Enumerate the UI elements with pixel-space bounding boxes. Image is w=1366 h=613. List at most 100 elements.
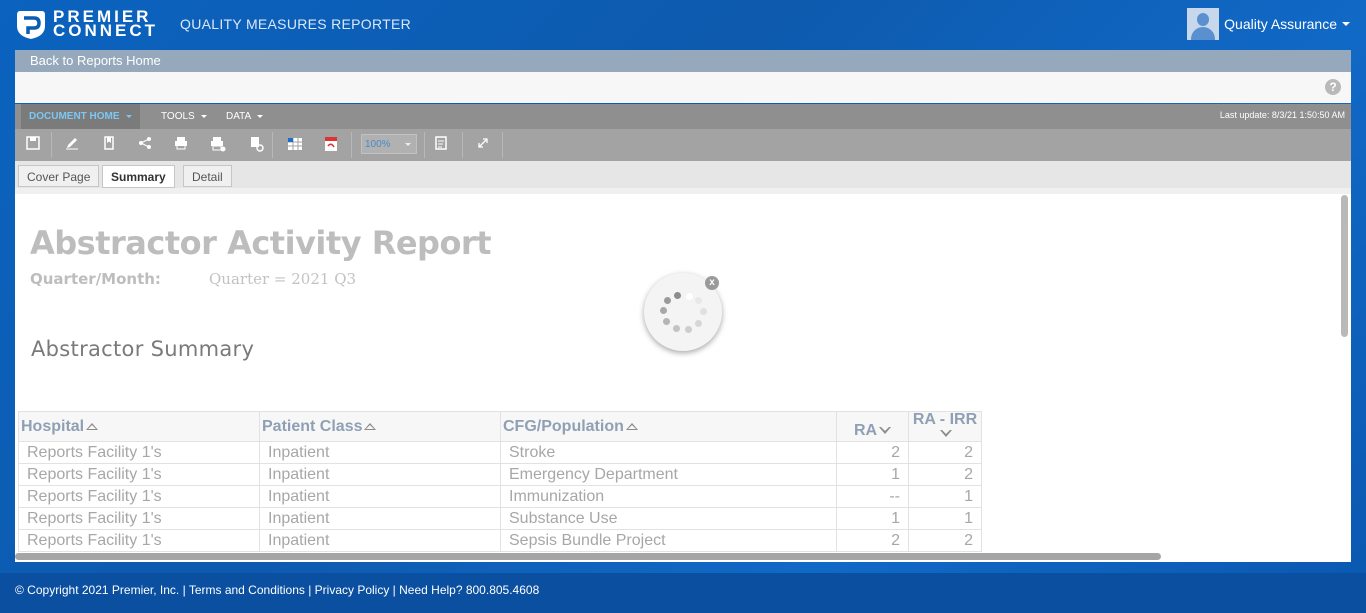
menu-tools[interactable]: TOOLS [153, 104, 215, 129]
table-row: Reports Facility 1's Inpatient Emergency… [18, 463, 982, 486]
cell-ra: 1 [836, 507, 909, 530]
print-setup-icon[interactable] [209, 136, 227, 154]
cell-ra-irr: 2 [908, 441, 982, 464]
cell-patient-class: Inpatient [259, 485, 501, 508]
logo-text: PREMIER CONNECT [53, 8, 159, 40]
back-to-reports-link[interactable]: Back to Reports Home [15, 53, 161, 68]
table-row: Reports Facility 1's Inpatient Immunizat… [18, 485, 982, 508]
tab-detail[interactable]: Detail [183, 165, 232, 187]
zoom-select[interactable]: 100% [361, 134, 417, 154]
column-label: RA [853, 422, 878, 439]
zoom-value: 100% [365, 139, 391, 150]
help-row: ? [15, 72, 1351, 103]
filter-label: Quarter/Month: [30, 270, 161, 288]
column-label: RA - IRR [912, 410, 978, 428]
sort-descending-icon[interactable] [879, 427, 892, 435]
premier-connect-logo[interactable]: PREMIER CONNECT [16, 8, 158, 40]
menu-label: DATA [226, 111, 252, 122]
chevron-down-icon [257, 114, 264, 118]
cell-patient-class: Inpatient [259, 529, 501, 552]
report-title: Abstractor Activity Report [30, 224, 492, 262]
cell-ra: 2 [836, 441, 909, 464]
bookmark-icon[interactable] [100, 136, 118, 154]
cell-hospital: Reports Facility 1's [18, 485, 260, 508]
fullscreen-icon[interactable] [474, 136, 492, 154]
footer: © Copyright 2021 Premier, Inc. | Terms a… [0, 573, 1366, 613]
tab-cover-page[interactable]: Cover Page [18, 165, 100, 187]
user-menu[interactable]: Quality Assurance [1187, 8, 1350, 40]
report-tabs: Cover Page Summary Detail [15, 161, 1351, 188]
close-icon[interactable]: x [705, 276, 719, 290]
refresh-icon[interactable] [247, 136, 265, 154]
export-pdf-icon[interactable] [322, 136, 340, 154]
column-label: CFG/Population [503, 417, 624, 435]
app-title: QUALITY MEASURES REPORTER [180, 16, 412, 32]
column-header-ra-irr[interactable]: RA - IRR [908, 410, 982, 442]
cell-ra-irr: 1 [908, 485, 982, 508]
print-icon[interactable] [172, 136, 190, 154]
user-name: Quality Assurance [1224, 16, 1337, 32]
footer-text: © Copyright 2021 Premier, Inc. | Terms a… [15, 583, 540, 597]
tab-summary[interactable]: Summary [102, 165, 175, 188]
cell-ra: 2 [836, 529, 909, 552]
column-label: Hospital [21, 417, 85, 435]
logo-line-2: CONNECT [53, 21, 159, 40]
report-toolbar: 100% [15, 129, 1351, 161]
save-icon[interactable] [24, 136, 42, 154]
chevron-down-icon [405, 143, 411, 146]
chevron-down-icon [200, 114, 207, 118]
horizontal-scrollbar[interactable] [15, 553, 1161, 560]
cell-hospital: Reports Facility 1's [18, 463, 260, 486]
cell-ra-irr: 2 [908, 529, 982, 552]
column-header-cfg-population[interactable]: CFG/Population [500, 411, 837, 442]
help-icon[interactable]: ? [1325, 79, 1341, 95]
report-canvas: Abstractor Activity Report Quarter/Month… [15, 188, 1351, 562]
table-row: Reports Facility 1's Inpatient Substance… [18, 507, 982, 530]
cell-hospital: Reports Facility 1's [18, 507, 260, 530]
chevron-down-icon [125, 114, 132, 118]
sort-ascending-icon[interactable] [86, 422, 99, 430]
sort-descending-icon[interactable] [940, 429, 952, 437]
cell-population: Substance Use [500, 507, 837, 530]
table-row: Reports Facility 1's Inpatient Sepsis Bu… [18, 529, 982, 552]
cell-ra: -- [836, 485, 909, 508]
cell-patient-class: Inpatient [259, 441, 501, 464]
vertical-scrollbar[interactable] [1341, 195, 1348, 337]
sort-ascending-icon[interactable] [364, 422, 377, 430]
cell-patient-class: Inpatient [259, 507, 501, 530]
table-header-row: Hospital Patient Class CFG/Population RA… [18, 410, 982, 442]
filter-value: Quarter = 2021 Q3 [209, 270, 357, 288]
filter-icon[interactable] [432, 136, 450, 154]
last-update: Last update: 8/3/21 1:50:50 AM [1219, 110, 1345, 120]
abstractor-summary-table: Hospital Patient Class CFG/Population RA… [18, 411, 982, 552]
premier-logo-icon [17, 11, 45, 39]
cell-population: Immunization [500, 485, 837, 508]
cell-hospital: Reports Facility 1's [18, 441, 260, 464]
column-label: Patient Class [262, 417, 363, 435]
share-icon[interactable] [136, 136, 154, 154]
column-header-ra[interactable]: RA [836, 411, 909, 442]
column-header-hospital[interactable]: Hospital [18, 411, 260, 442]
cell-ra: 1 [836, 463, 909, 486]
chevron-down-icon [1342, 22, 1350, 26]
edit-icon[interactable] [63, 136, 81, 154]
cell-hospital: Reports Facility 1's [18, 529, 260, 552]
menu-document-home[interactable]: DOCUMENT HOME [21, 104, 140, 129]
back-bar: Back to Reports Home [15, 50, 1351, 72]
cell-ra-irr: 1 [908, 507, 982, 530]
menu-label: TOOLS [161, 111, 195, 122]
sort-ascending-icon[interactable] [625, 422, 638, 430]
export-excel-icon[interactable] [286, 136, 304, 154]
table-row: Reports Facility 1's Inpatient Stroke 2 … [18, 441, 982, 464]
cell-patient-class: Inpatient [259, 463, 501, 486]
menu-label: DOCUMENT HOME [29, 111, 120, 122]
document-menu-bar: DOCUMENT HOME TOOLS DATA Last update: 8/… [15, 104, 1351, 129]
section-title: Abstractor Summary [31, 337, 255, 361]
menu-data[interactable]: DATA [218, 104, 271, 129]
cell-population: Emergency Department [500, 463, 837, 486]
cell-population: Stroke [500, 441, 837, 464]
top-header: PREMIER CONNECT QUALITY MEASURES REPORTE… [0, 0, 1366, 50]
cell-ra-irr: 2 [908, 463, 982, 486]
column-header-patient-class[interactable]: Patient Class [259, 411, 501, 442]
avatar [1187, 8, 1220, 40]
